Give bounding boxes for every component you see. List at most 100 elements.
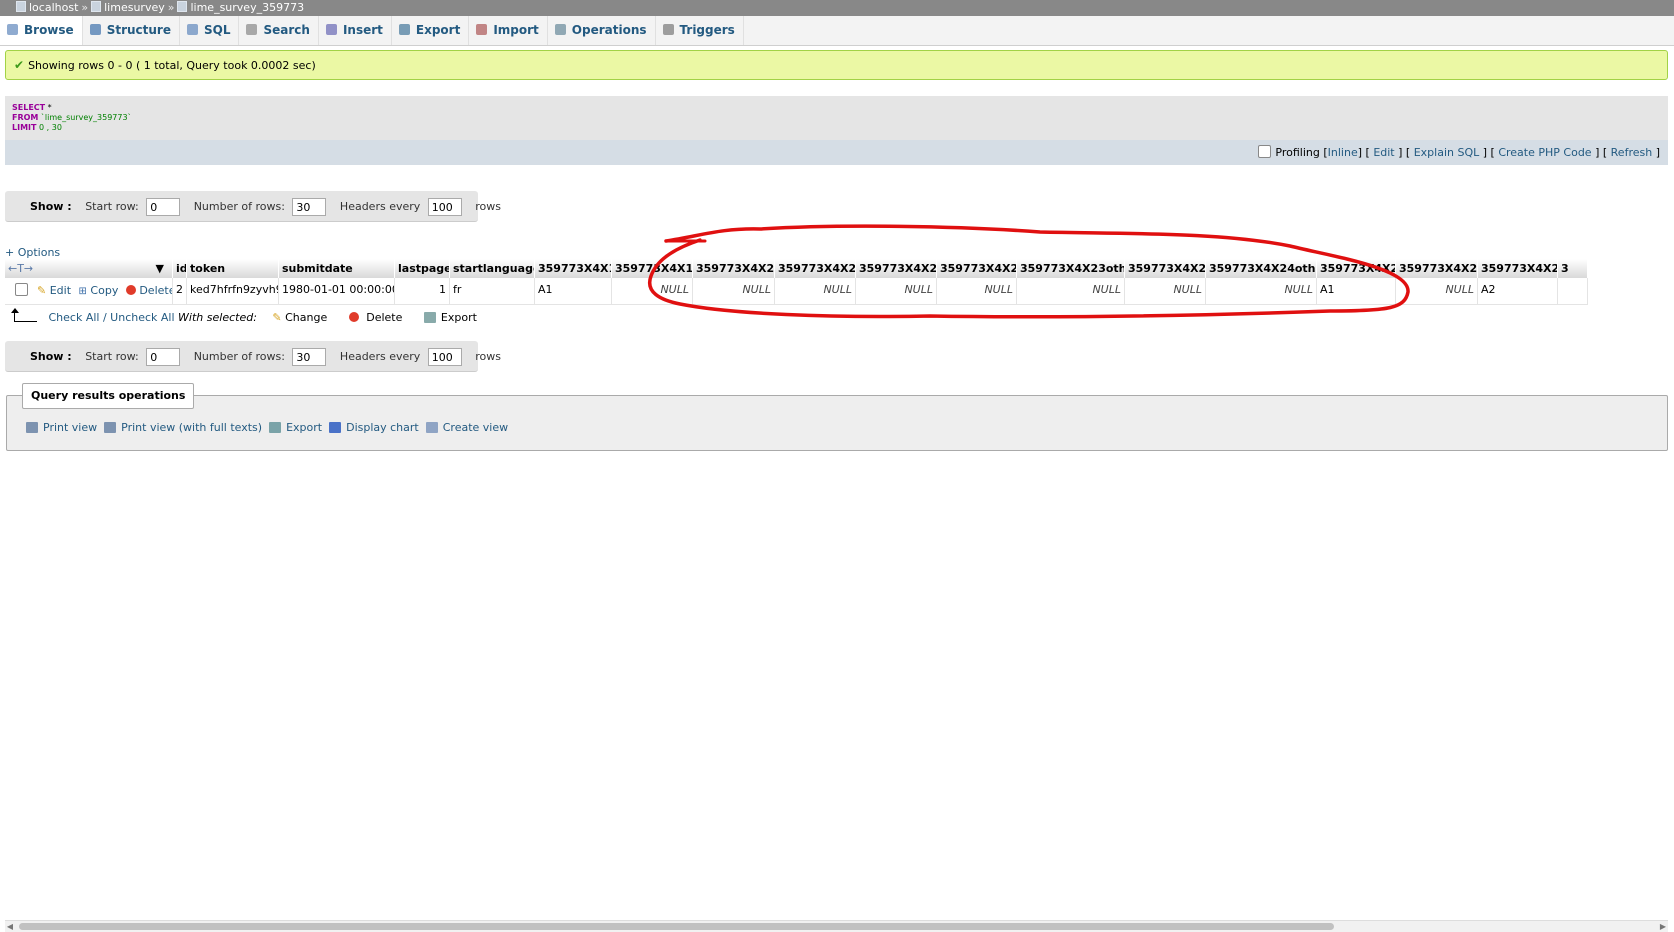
tab-label: Browse: [24, 23, 74, 37]
table-tabs: Browse Structure SQL Search Insert Export Impo…: [0, 16, 1674, 46]
column-header[interactable]: 359773X4X25: [1317, 259, 1396, 278]
edit-sql-link[interactable]: Edit: [1373, 146, 1394, 159]
scroll-right-arrow-icon[interactable]: ▶: [1658, 921, 1668, 932]
table-cell[interactable]: NULL: [937, 278, 1017, 305]
delete-row-link[interactable]: Delete: [125, 284, 172, 297]
tab-browse[interactable]: Browse: [0, 16, 83, 45]
tab-structure[interactable]: Structure: [83, 16, 180, 45]
column-header[interactable]: 359773X4X23other: [1017, 259, 1125, 278]
breadcrumb-table-label[interactable]: lime_survey_359773: [190, 1, 304, 14]
table-cell[interactable]: NULL: [775, 278, 856, 305]
create-php-code-link[interactable]: Create PHP Code: [1498, 146, 1591, 159]
column-header[interactable]: 359773X4X20: [693, 259, 775, 278]
search-icon: [246, 24, 258, 35]
row-checkbox[interactable]: [15, 283, 28, 296]
column-header[interactable]: 3: [1558, 259, 1588, 278]
column-header[interactable]: 359773X4X27: [1478, 259, 1558, 278]
column-header[interactable]: 359773X4X26: [1396, 259, 1478, 278]
table-cell[interactable]: NULL: [612, 278, 693, 305]
options-link[interactable]: + Options: [5, 246, 60, 259]
breadcrumb-server-label[interactable]: localhost: [29, 1, 78, 14]
structure-icon: [89, 24, 101, 35]
column-header[interactable]: 359773X4X24other: [1206, 259, 1317, 278]
table-cell[interactable]: NULL: [1396, 278, 1478, 305]
table-cell[interactable]: fr: [450, 278, 535, 305]
table-cell[interactable]: A2: [1478, 278, 1558, 305]
tab-label: SQL: [203, 23, 231, 37]
headers-every-input[interactable]: 100: [427, 348, 462, 366]
column-header[interactable]: 359773X4X18: [535, 259, 612, 278]
sort-dropdown-icon[interactable]: ▼: [156, 259, 164, 278]
table-cell[interactable]: NULL: [693, 278, 775, 305]
column-header[interactable]: submitdate: [279, 259, 395, 278]
tab-sql[interactable]: SQL: [180, 16, 240, 45]
breadcrumb-table[interactable]: lime_survey_359773: [177, 0, 304, 16]
sql-toolbar: Profiling [Inline] [ Edit ] [ Explain SQ…: [5, 140, 1668, 165]
table-cell[interactable]: 1980-01-01 00:00:00: [279, 278, 395, 305]
check-icon: ✔: [14, 58, 25, 72]
operation-print-view-with-full-texts[interactable]: Print view (with full texts): [104, 420, 262, 436]
scrollbar-thumb[interactable]: [19, 923, 1334, 930]
export-icon: [269, 422, 282, 433]
insert-icon: [325, 24, 337, 35]
operation-print-view[interactable]: Print view: [26, 420, 97, 436]
refresh-link[interactable]: Refresh: [1611, 146, 1653, 159]
column-header[interactable]: token: [187, 259, 279, 278]
tab-triggers[interactable]: Triggers: [656, 16, 744, 45]
sql-star: *: [45, 103, 52, 112]
inline-edit-link[interactable]: Inline: [1328, 146, 1358, 159]
table-cell[interactable]: NULL: [1017, 278, 1125, 305]
column-header[interactable]: 359773X4X24: [1125, 259, 1206, 278]
horizontal-scrollbar[interactable]: ◀ ▶: [5, 920, 1668, 932]
table-cell[interactable]: A1: [1317, 278, 1396, 305]
tab-operations[interactable]: Operations: [548, 16, 656, 45]
column-header[interactable]: 359773X4X22: [856, 259, 937, 278]
start-row-input[interactable]: 0: [146, 348, 181, 366]
column-header[interactable]: 359773X4X21: [775, 259, 856, 278]
table-cell[interactable]: 2: [173, 278, 187, 305]
export-selected-button[interactable]: Export: [423, 311, 477, 324]
tab-search[interactable]: Search: [239, 16, 319, 45]
export-icon: [423, 312, 436, 323]
scroll-left-arrow-icon[interactable]: ◀: [5, 921, 15, 932]
check-all-link[interactable]: Check All / Uncheck All: [49, 311, 175, 324]
tab-import[interactable]: Import: [469, 16, 548, 45]
column-header[interactable]: 359773X4X19: [612, 259, 693, 278]
edit-row-link[interactable]: ✎ Edit: [37, 284, 71, 297]
table-cell[interactable]: [1558, 278, 1588, 305]
breadcrumb-server[interactable]: localhost: [16, 0, 78, 16]
column-header[interactable]: 359773X4X23: [937, 259, 1017, 278]
database-icon: [91, 1, 102, 12]
arrow-up-icon: [11, 308, 37, 322]
tab-export[interactable]: Export: [392, 16, 470, 45]
delete-selected-button[interactable]: Delete: [348, 311, 402, 324]
breadcrumb-database[interactable]: limesurvey: [91, 0, 165, 16]
start-row-input[interactable]: 0: [146, 198, 181, 216]
table-cell[interactable]: NULL: [856, 278, 937, 305]
tab-insert[interactable]: Insert: [319, 16, 392, 45]
operation-display-chart[interactable]: Display chart: [329, 420, 419, 436]
show-label: Show :: [30, 350, 72, 363]
operation-create-view[interactable]: Create view: [425, 420, 508, 436]
table-cell[interactable]: NULL: [1206, 278, 1317, 305]
copy-row-link[interactable]: ⊞ Copy: [79, 284, 119, 297]
column-header[interactable]: lastpage: [395, 259, 450, 278]
column-header[interactable]: startlanguage: [450, 259, 535, 278]
tab-label: Import: [493, 23, 539, 37]
number-of-rows-input[interactable]: 30: [292, 348, 327, 366]
table-cell[interactable]: ked7hfrfn9zyvh9: [187, 278, 279, 305]
change-selected-button[interactable]: ✎ Change: [272, 311, 327, 324]
table-cell[interactable]: 1: [395, 278, 450, 305]
column-header[interactable]: id: [173, 259, 187, 278]
table-cell[interactable]: NULL: [1125, 278, 1206, 305]
edit-label: Edit: [49, 284, 72, 297]
headers-every-input[interactable]: 100: [427, 198, 462, 216]
operation-export[interactable]: Export: [269, 420, 322, 436]
profiling-checkbox[interactable]: [1258, 145, 1272, 158]
explain-sql-link[interactable]: Explain SQL: [1414, 146, 1480, 159]
breadcrumb-database-label[interactable]: limesurvey: [104, 1, 165, 14]
table-cell[interactable]: A1: [535, 278, 612, 305]
column-resize-handle[interactable]: ←T→ ▼: [5, 259, 173, 278]
number-of-rows-input[interactable]: 30: [292, 198, 327, 216]
delete-icon: [348, 312, 359, 322]
